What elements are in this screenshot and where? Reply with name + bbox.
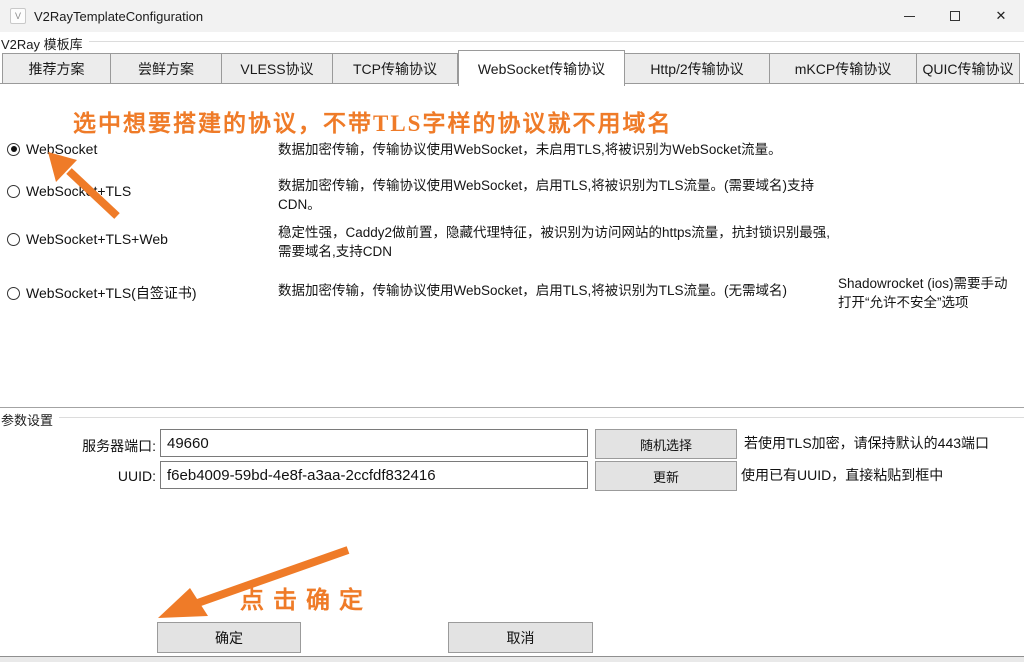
port-hint: 若使用TLS加密，请保持默认的443端口 xyxy=(744,433,989,453)
tab-quic[interactable]: QUIC传输协议 xyxy=(917,53,1020,84)
title-bar: V V2RayTemplateConfiguration ✕ xyxy=(0,0,1024,32)
tab-http2[interactable]: Http/2传输协议 xyxy=(625,53,770,84)
template-group-label: V2Ray 模板库 xyxy=(1,34,89,53)
params-group-line xyxy=(58,417,1024,418)
tab-tcp[interactable]: TCP传输协议 xyxy=(333,53,458,84)
tab-vless[interactable]: VLESS协议 xyxy=(222,53,333,84)
radio-websocket-tls-selfsigned[interactable]: WebSocket+TLS(自签证书) xyxy=(7,283,197,303)
arrow-to-ok xyxy=(150,540,360,625)
minimize-icon[interactable] xyxy=(886,0,932,32)
params-group-label: 参数设置 xyxy=(1,410,59,429)
tab-fresh[interactable]: 尝鲜方案 xyxy=(111,53,222,84)
close-icon[interactable]: ✕ xyxy=(978,0,1024,32)
window-title: V2RayTemplateConfiguration xyxy=(34,9,203,24)
uuid-input[interactable] xyxy=(160,461,588,489)
radio-websocket-tls-web[interactable]: WebSocket+TLS+Web xyxy=(7,231,168,247)
radio-websocket-tls-web-circle[interactable] xyxy=(7,233,20,246)
uuid-hint: 使用已有UUID，直接粘贴到框中 xyxy=(741,465,943,485)
radio-websocket-circle[interactable] xyxy=(7,143,20,156)
radio-websocket-tls-selfsigned-label: WebSocket+TLS(自签证书) xyxy=(26,283,197,303)
template-group-line xyxy=(88,41,1024,42)
app-icon: V xyxy=(10,8,26,24)
uuid-label: UUID: xyxy=(40,468,156,484)
desc-websocket: 数据加密传输，传输协议使用WebSocket，未启用TLS,将被识别为WebSo… xyxy=(278,140,844,159)
desc-websocket-tls-web: 稳定性强，Caddy2做前置，隐藏代理特征，被识别为访问网站的https流量，抗… xyxy=(278,223,844,261)
random-port-button[interactable]: 随机选择 xyxy=(595,429,737,459)
update-uuid-button[interactable]: 更新 xyxy=(595,461,737,491)
radio-websocket-tls-circle[interactable] xyxy=(7,185,20,198)
tab-recommended[interactable]: 推荐方案 xyxy=(2,53,111,84)
cancel-button[interactable]: 取消 xyxy=(448,622,593,653)
port-label: 服务器端口: xyxy=(40,436,156,456)
app-window: V V2RayTemplateConfiguration ✕ V2Ray 模板库… xyxy=(0,0,1024,662)
arrow-to-websocket xyxy=(35,150,125,225)
window-bottom-edge xyxy=(0,656,1024,662)
desc-websocket-tls: 数据加密传输，传输协议使用WebSocket，启用TLS,将被识别为TLS流量。… xyxy=(278,176,844,214)
shadowrocket-note: Shadowrocket (ios)需要手动 打开“允许不安全”选项 xyxy=(838,274,1020,312)
maximize-icon[interactable] xyxy=(932,0,978,32)
tab-mkcp[interactable]: mKCP传输协议 xyxy=(770,53,917,84)
desc-websocket-tls-selfsigned: 数据加密传输，传输协议使用WebSocket，启用TLS,将被识别为TLS流量。… xyxy=(278,281,844,300)
radio-websocket-tls-selfsigned-circle[interactable] xyxy=(7,287,20,300)
port-input[interactable] xyxy=(160,429,588,457)
radio-websocket-tls-web-label: WebSocket+TLS+Web xyxy=(26,231,168,247)
tabpage-bottom-border xyxy=(0,407,1024,408)
tab-websocket[interactable]: WebSocket传输协议 xyxy=(458,50,625,86)
ok-button[interactable]: 确定 xyxy=(157,622,301,653)
annotation-protocol-tip: 选中想要搭建的协议，不带TLS字样的协议就不用域名 xyxy=(73,104,672,138)
